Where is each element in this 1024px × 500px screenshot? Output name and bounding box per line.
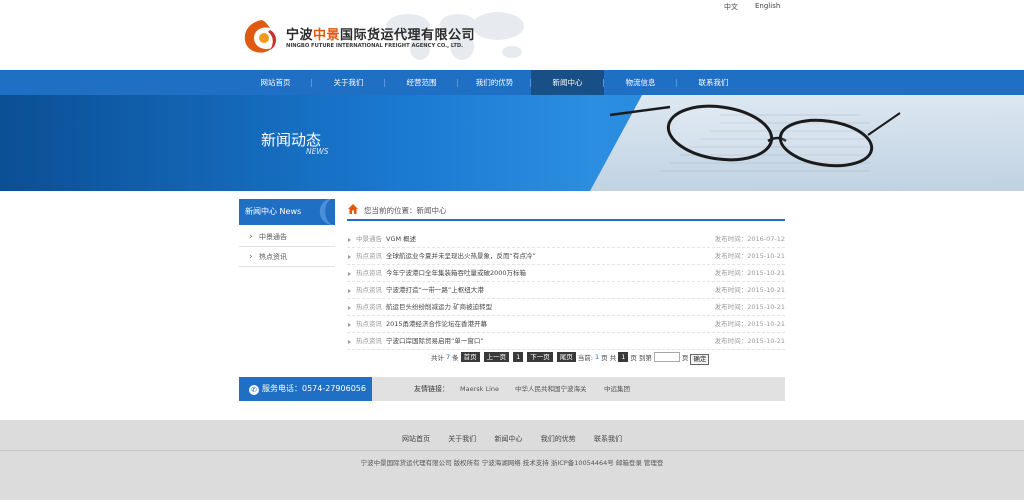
footer-divider — [0, 450, 1024, 451]
pager-info-prefix: 当前: — [577, 354, 593, 362]
news-title-link[interactable]: VGM 概述 — [386, 231, 416, 248]
news-row[interactable]: 热点资讯 宁波口岸国际贸易启用“单一窗口” 发布时间：2015-10-21 — [347, 333, 785, 350]
news-title-link[interactable]: 2015甬港经济合作论坛在香港开幕 — [386, 316, 487, 333]
pager-info-mid: 页 共 — [601, 354, 617, 362]
lang-english-link[interactable]: English — [755, 2, 780, 10]
news-category[interactable]: 热点资讯 — [356, 316, 382, 333]
news-date: 发布时间：2015-10-21 — [714, 269, 785, 277]
news-date: 发布时间：2015-10-21 — [714, 303, 785, 311]
nav-item-contact[interactable]: 联系我们 — [677, 70, 750, 95]
pager-go-suffix: 页 — [681, 354, 689, 362]
banner-subtitle: NEWS — [306, 147, 329, 156]
news-category[interactable]: 热点资讯 — [356, 248, 382, 265]
friend-links-label: 友情链接： — [414, 385, 449, 393]
news-title-link[interactable]: 全球航运业今夏并未呈现出火热景象，反而“有点冷” — [386, 248, 536, 265]
footer-link-home[interactable]: 网站首页 — [402, 435, 430, 443]
nav-item-business-scope[interactable]: 经营范围 — [385, 70, 458, 95]
news-title-link[interactable]: 宁波口岸国际贸易启用“单一窗口” — [386, 333, 484, 350]
news-category[interactable]: 热点资讯 — [356, 282, 382, 299]
pager-total-prefix: 共计 — [431, 354, 444, 362]
pager-goto-input[interactable] — [653, 352, 680, 362]
sidebar-item-hot-news[interactable]: 热点资讯 — [239, 247, 335, 267]
news-row[interactable]: 热点资讯 今年宁波港口全年集装箱吞吐量或破2000万标箱 发布时间：2015-1… — [347, 265, 785, 282]
pager-info-total: 1 — [618, 352, 629, 362]
site-header: 宁波中景国际货运代理有限公司 NINGBO FUTURE INTERNATION… — [0, 0, 1024, 70]
news-row[interactable]: 热点资讯 航运巨头纷纷削减运力 矿商被迫转型 发布时间：2015-10-21 — [347, 299, 785, 316]
nav-item-home[interactable]: 网站首页 — [239, 70, 312, 95]
news-row[interactable]: 中景通告 VGM 概述 发布时间：2016-07-12 — [347, 231, 785, 248]
logo-chinese-name: 宁波中景国际货运代理有限公司 — [286, 28, 476, 43]
news-date: 发布时间：2015-10-21 — [714, 320, 785, 328]
news-title-link[interactable]: 今年宁波港口全年集装箱吞吐量或破2000万标箱 — [386, 265, 526, 282]
decorative-swirl-icon: ❨ — [314, 199, 335, 225]
pagination: 共计 7 条 首页 上一页 1 下一页 尾页 当前: 1 页 共 1 页 到第 … — [431, 350, 710, 365]
nav-item-advantages[interactable]: 我们的优势 — [458, 70, 531, 95]
page: 宁波中景国际货运代理有限公司 NINGBO FUTURE INTERNATION… — [0, 0, 1024, 500]
main-nav: 网站首页 关于我们 经营范围 我们的优势 新闻中心 物流信息 联系我们 — [0, 70, 1024, 95]
nav-item-news[interactable]: 新闻中心 — [531, 70, 604, 95]
footer-link-news[interactable]: 新闻中心 — [495, 435, 523, 443]
friend-link-cosco[interactable]: 中远集团 — [604, 377, 630, 401]
breadcrumb-text: 您当前的位置：新闻中心 — [364, 206, 447, 215]
pager-info-suffix: 页 到第 — [630, 354, 652, 362]
pager-current-page[interactable]: 1 — [513, 352, 524, 362]
home-icon — [348, 204, 358, 214]
news-row[interactable]: 热点资讯 2015甬港经济合作论坛在香港开幕 发布时间：2015-10-21 — [347, 316, 785, 333]
news-date: 发布时间：2015-10-21 — [714, 337, 785, 345]
breadcrumb: 您当前的位置：新闻中心 — [347, 202, 785, 221]
news-date: 发布时间：2015-10-21 — [714, 286, 785, 294]
sidebar-heading-label: 新闻中心 News — [245, 207, 302, 216]
sidebar-list: 中景通告 热点资讯 — [239, 227, 335, 267]
news-banner — [0, 95, 1024, 191]
pager-info-current: 1 — [594, 353, 600, 361]
news-list: 中景通告 VGM 概述 发布时间：2016-07-12 热点资讯 全球航运业今夏… — [347, 231, 785, 350]
pager-first-button[interactable]: 首页 — [460, 352, 480, 362]
footer-nav: 网站首页 关于我们 新闻中心 我们的优势 联系我们 — [0, 434, 1024, 444]
pager-last-button[interactable]: 尾页 — [556, 352, 576, 362]
footer-link-about[interactable]: 关于我们 — [448, 435, 476, 443]
news-row[interactable]: 热点资讯 宁波港打造“一带一路”上枢纽大港 发布时间：2015-10-21 — [347, 282, 785, 299]
friend-link-maersk[interactable]: Maersk Line — [460, 377, 499, 401]
news-date: 发布时间：2015-10-21 — [714, 252, 785, 260]
friend-links-bar: 友情链接： Maersk Line 中华人民共和国宁波海关 中远集团 — [372, 377, 785, 401]
glasses-icon — [609, 104, 901, 172]
nav-item-about[interactable]: 关于我们 — [312, 70, 385, 95]
news-category[interactable]: 热点资讯 — [356, 265, 382, 282]
pager-total-suffix: 条 — [452, 354, 459, 362]
news-category[interactable]: 热点资讯 — [356, 299, 382, 316]
pager-total-count: 7 — [446, 353, 451, 361]
footer-link-contact[interactable]: 联系我们 — [594, 435, 622, 443]
news-category[interactable]: 热点资讯 — [356, 333, 382, 350]
copyright-text: 宁波中景国际货运代理有限公司 版权所有 宁波海湖网络 技术支持 浙ICP备100… — [360, 459, 664, 467]
news-category[interactable]: 中景通告 — [356, 231, 382, 248]
logo-mark-icon — [244, 20, 276, 53]
logo-english-name: NINGBO FUTURE INTERNATIONAL FREIGHT AGEN… — [286, 43, 464, 49]
service-phone-bar: ✆ 服务电话：0574-27906056 — [239, 377, 372, 401]
phone-icon: ✆ — [249, 385, 259, 395]
pager-prev-button[interactable]: 上一页 — [483, 352, 510, 362]
news-row[interactable]: 热点资讯 全球航运业今夏并未呈现出火热景象，反而“有点冷” 发布时间：2015-… — [347, 248, 785, 265]
service-phone-text: 服务电话：0574-27906056 — [262, 384, 366, 393]
friend-link-ningbo-customs[interactable]: 中华人民共和国宁波海关 — [515, 377, 587, 401]
sidebar-heading: 新闻中心 News ❨ — [239, 199, 335, 225]
nav-item-logistics[interactable]: 物流信息 — [604, 70, 677, 95]
company-logo[interactable]: 宁波中景国际货运代理有限公司 NINGBO FUTURE INTERNATION… — [240, 16, 490, 56]
sidebar-item-announcements[interactable]: 中景通告 — [239, 227, 335, 247]
footer-link-advantages[interactable]: 我们的优势 — [541, 435, 576, 443]
news-title-link[interactable]: 航运巨头纷纷削减运力 矿商被迫转型 — [386, 299, 492, 316]
lang-chinese-link[interactable]: 中文 — [724, 2, 738, 12]
pager-next-button[interactable]: 下一页 — [527, 352, 553, 362]
news-title-link[interactable]: 宁波港打造“一带一路”上枢纽大港 — [386, 282, 484, 299]
pager-go-button[interactable]: 确定 — [690, 354, 710, 365]
news-date: 发布时间：2016-07-12 — [714, 235, 785, 243]
